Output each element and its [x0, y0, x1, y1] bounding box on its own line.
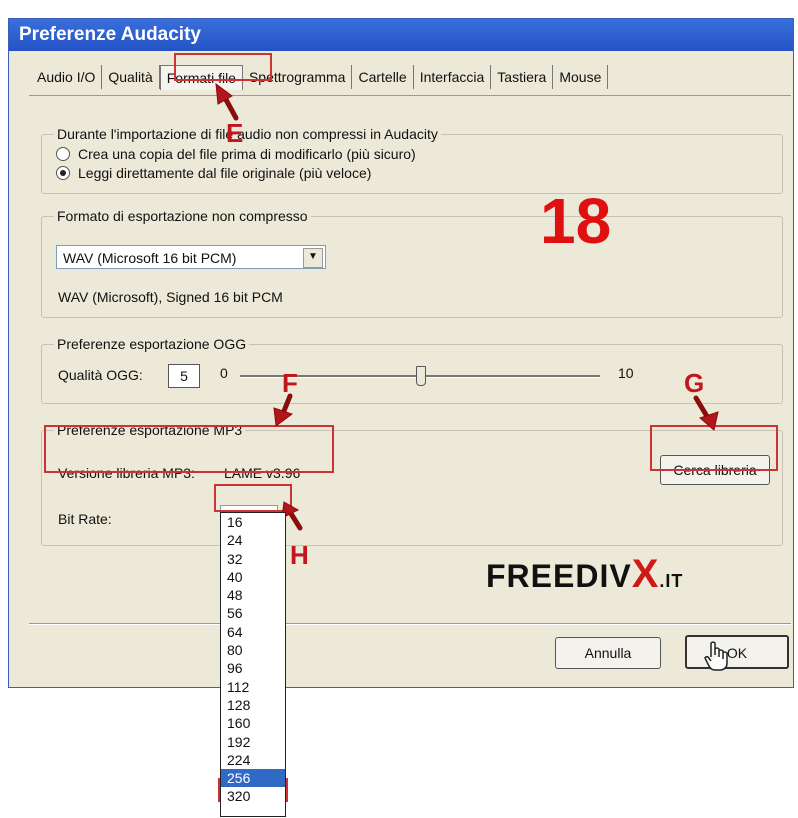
- bitrate-option[interactable]: 96: [221, 659, 285, 677]
- bitrate-option[interactable]: 128: [221, 696, 285, 714]
- bitrate-option[interactable]: 24: [221, 531, 285, 549]
- bitrate-option[interactable]: 192: [221, 733, 285, 751]
- bitrate-option[interactable]: 16: [221, 513, 285, 531]
- bitrate-option[interactable]: 320: [221, 787, 285, 805]
- logo-part2: X: [631, 552, 660, 596]
- logo-part1: FREEDIV: [486, 558, 632, 594]
- arrow-h: [287, 509, 303, 531]
- bitrate-option[interactable]: 80: [221, 641, 285, 659]
- bitrate-option[interactable]: 48: [221, 586, 285, 604]
- bitrate-option[interactable]: 32: [221, 550, 285, 568]
- freedivx-logo: FREEDIVX.IT: [486, 552, 683, 597]
- bitrate-option[interactable]: 224: [221, 751, 285, 769]
- bitrate-option[interactable]: 40: [221, 568, 285, 586]
- bitrate-option[interactable]: 112: [221, 678, 285, 696]
- bitrate-option[interactable]: 160: [221, 714, 285, 732]
- bitrate-dropdown-list: 16 24 32 40 48 56 64 80 96 112 128 160 192 224 256 320: [220, 512, 286, 817]
- bitrate-option[interactable]: 256: [221, 769, 285, 788]
- arrow-g: [693, 395, 711, 421]
- bitrate-option[interactable]: 64: [221, 623, 285, 641]
- bitrate-option[interactable]: 56: [221, 604, 285, 622]
- logo-part3: .IT: [659, 571, 684, 591]
- annotation-arrows: [215, 82, 719, 531]
